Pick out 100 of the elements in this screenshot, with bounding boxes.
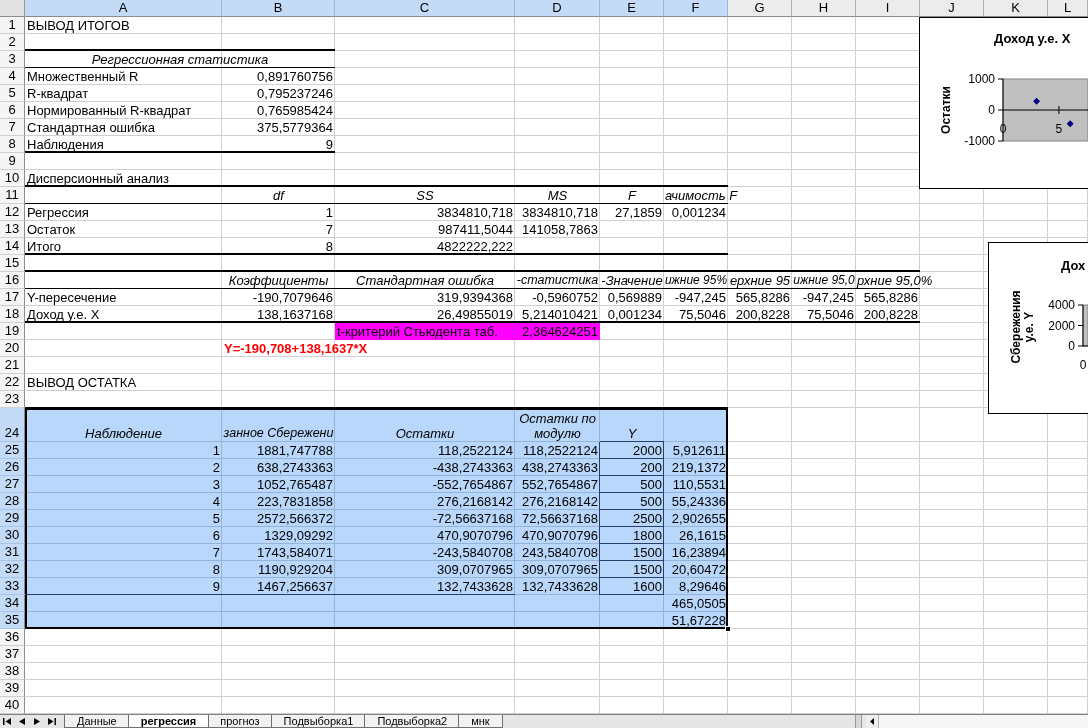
- number-value: 1743,584071: [257, 545, 334, 560]
- row-header[interactable]: 9: [0, 153, 25, 170]
- number-value: 1881,747788: [257, 443, 334, 458]
- row-header[interactable]: 32: [0, 561, 25, 578]
- column-header[interactable]: K: [984, 0, 1048, 17]
- row-header[interactable]: 40: [0, 697, 25, 714]
- number-value: 319,9394368: [437, 290, 514, 305]
- fill-handle[interactable]: [725, 626, 731, 632]
- row-header[interactable]: 15: [0, 255, 25, 272]
- statistic-label: Стандартная ошибка: [26, 120, 155, 135]
- column-header[interactable]: J: [920, 0, 984, 17]
- select-all-button[interactable]: [0, 0, 25, 17]
- number-value: 26,1615: [679, 528, 727, 543]
- plot-area: [1082, 304, 1088, 347]
- column-header[interactable]: L: [1048, 0, 1088, 17]
- column-header[interactable]: H: [792, 0, 856, 17]
- column-heading: SS: [416, 188, 434, 203]
- row-header[interactable]: 1: [0, 17, 25, 34]
- number-value: 470,9070796: [522, 528, 599, 543]
- row-header[interactable]: 27: [0, 476, 25, 493]
- row-header[interactable]: 11: [0, 187, 25, 204]
- row-header[interactable]: 19: [0, 323, 25, 340]
- number-value: 2: [212, 460, 221, 475]
- tick-label: 0: [1068, 339, 1075, 353]
- column-header[interactable]: G: [728, 0, 792, 17]
- next-icon[interactable]: [33, 718, 41, 725]
- scroll-left-button[interactable]: [866, 715, 879, 728]
- row-header[interactable]: 21: [0, 357, 25, 374]
- number-value: 309,0707965: [522, 562, 599, 577]
- row-header[interactable]: 5: [0, 85, 25, 102]
- number-value: 565,8286: [863, 290, 919, 305]
- sheet-tab[interactable]: мнк: [458, 715, 503, 728]
- number-value: 5: [212, 511, 221, 526]
- row-header[interactable]: 20: [0, 340, 25, 357]
- sheet-tab[interactable]: Данные: [64, 715, 130, 728]
- row-header[interactable]: 23: [0, 391, 25, 408]
- row-header[interactable]: 30: [0, 527, 25, 544]
- number-value: 465,0505: [671, 596, 727, 611]
- column-header[interactable]: F: [664, 0, 728, 17]
- column-heading: Остатки по модулю: [518, 411, 597, 441]
- column-heading: Наблюдение: [85, 426, 162, 441]
- number-value: 6: [212, 528, 221, 543]
- number-value: 470,9070796: [437, 528, 514, 543]
- number-value: 118,2522124: [438, 443, 514, 458]
- row-header[interactable]: 24: [0, 408, 25, 442]
- row-header[interactable]: 18: [0, 306, 25, 323]
- number-value: 3834810,718: [437, 205, 514, 220]
- row-header[interactable]: 17: [0, 289, 25, 306]
- row-header[interactable]: 8: [0, 136, 25, 153]
- number-value: 500: [640, 477, 663, 492]
- column-heading: ачимость F: [664, 188, 738, 203]
- row-header[interactable]: 37: [0, 646, 25, 663]
- row-header[interactable]: 34: [0, 595, 25, 612]
- row-header[interactable]: 28: [0, 493, 25, 510]
- row-header[interactable]: 39: [0, 680, 25, 697]
- sheet-tab[interactable]: Подвыборка1: [270, 715, 367, 728]
- row-header[interactable]: 31: [0, 544, 25, 561]
- row-header[interactable]: 16: [0, 272, 25, 289]
- row-header[interactable]: 35: [0, 612, 25, 629]
- row-header[interactable]: 33: [0, 578, 25, 595]
- number-value: 118,2522124: [523, 443, 599, 458]
- number-value: 638,2743363: [257, 460, 334, 475]
- last-icon[interactable]: [48, 718, 56, 725]
- first-icon[interactable]: [3, 718, 11, 725]
- row-header[interactable]: 22: [0, 374, 25, 391]
- sheet-tab[interactable]: прогноз: [207, 715, 273, 728]
- column-header[interactable]: I: [856, 0, 920, 17]
- row-header[interactable]: 7: [0, 119, 25, 136]
- row-header[interactable]: 25: [0, 442, 25, 459]
- column-heading: F: [628, 188, 636, 203]
- column-header[interactable]: E: [600, 0, 664, 17]
- row-header[interactable]: 6: [0, 102, 25, 119]
- row-header[interactable]: 14: [0, 238, 25, 255]
- number-value: 8: [212, 562, 221, 577]
- row-header[interactable]: 36: [0, 629, 25, 646]
- row-header[interactable]: 26: [0, 459, 25, 476]
- column-header[interactable]: C: [335, 0, 515, 17]
- data-point: [1066, 120, 1074, 128]
- t-critical-label: t-критерий Стьюдента таб.: [336, 324, 499, 339]
- column-heading: df: [273, 188, 284, 203]
- column-header[interactable]: B: [222, 0, 335, 17]
- statistic-value: 0,891760756: [257, 69, 334, 84]
- number-value: 3: [212, 477, 221, 492]
- previous-icon[interactable]: [18, 718, 26, 725]
- column-header[interactable]: D: [515, 0, 600, 17]
- sheet-tab[interactable]: регрессия: [127, 715, 210, 728]
- row-header[interactable]: 13: [0, 221, 25, 238]
- row-header[interactable]: 4: [0, 68, 25, 85]
- column-header[interactable]: A: [25, 0, 222, 17]
- number-value: 132,7433628: [437, 579, 514, 594]
- axis-title: Остатки: [939, 86, 953, 134]
- row-header[interactable]: 38: [0, 663, 25, 680]
- row-header[interactable]: 2: [0, 34, 25, 51]
- row-header[interactable]: 3: [0, 51, 25, 68]
- number-value: 987411,5044: [438, 222, 514, 237]
- row-header[interactable]: 12: [0, 204, 25, 221]
- row-header[interactable]: 29: [0, 510, 25, 527]
- row-header[interactable]: 10: [0, 170, 25, 187]
- number-value: -947,245: [802, 290, 855, 305]
- sheet-tab[interactable]: Подвыборка2: [364, 715, 461, 728]
